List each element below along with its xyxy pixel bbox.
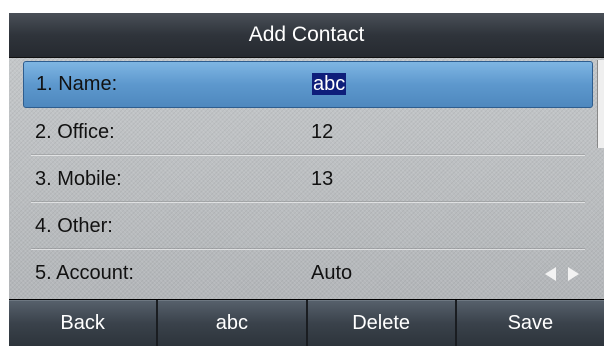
arrow-right-icon[interactable] <box>568 266 579 281</box>
save-button[interactable]: Save <box>456 300 604 346</box>
contact-form: 1. Name: abc 2. Office: 12 3. Mobile: 13… <box>9 58 604 299</box>
name-value: abc <box>312 73 347 95</box>
name-input[interactable]: abc <box>312 73 347 96</box>
softkey-bar: Back abc Delete Save <box>9 300 604 346</box>
scrollbar[interactable] <box>597 60 604 148</box>
office-field-row[interactable]: 2. Office: 12 <box>23 109 591 156</box>
mobile-field-row[interactable]: 3. Mobile: 13 <box>23 156 591 203</box>
office-input[interactable]: 12 <box>311 121 333 144</box>
name-field-row[interactable]: 1. Name: abc <box>23 61 593 108</box>
mobile-input[interactable]: 13 <box>311 168 333 191</box>
other-field-row[interactable]: 4. Other: <box>23 203 591 250</box>
account-select[interactable]: Auto <box>311 262 352 285</box>
mobile-label: 3. Mobile: <box>35 168 122 190</box>
account-field-row[interactable]: 5. Account: Auto <box>23 250 591 297</box>
name-label: 1. Name: <box>36 73 118 95</box>
phone-screen: Add Contact 1. Name: abc 2. Office: 12 3… <box>9 13 604 346</box>
page-title: Add Contact <box>9 13 604 58</box>
office-label: 2. Office: <box>35 121 115 143</box>
back-button[interactable]: Back <box>9 300 157 346</box>
arrow-left-icon[interactable] <box>545 266 556 281</box>
account-switch-arrows[interactable] <box>545 266 579 281</box>
other-label: 4. Other: <box>35 215 113 237</box>
input-mode-button[interactable]: abc <box>158 300 306 346</box>
delete-button[interactable]: Delete <box>307 300 455 346</box>
account-label: 5. Account: <box>35 262 134 284</box>
